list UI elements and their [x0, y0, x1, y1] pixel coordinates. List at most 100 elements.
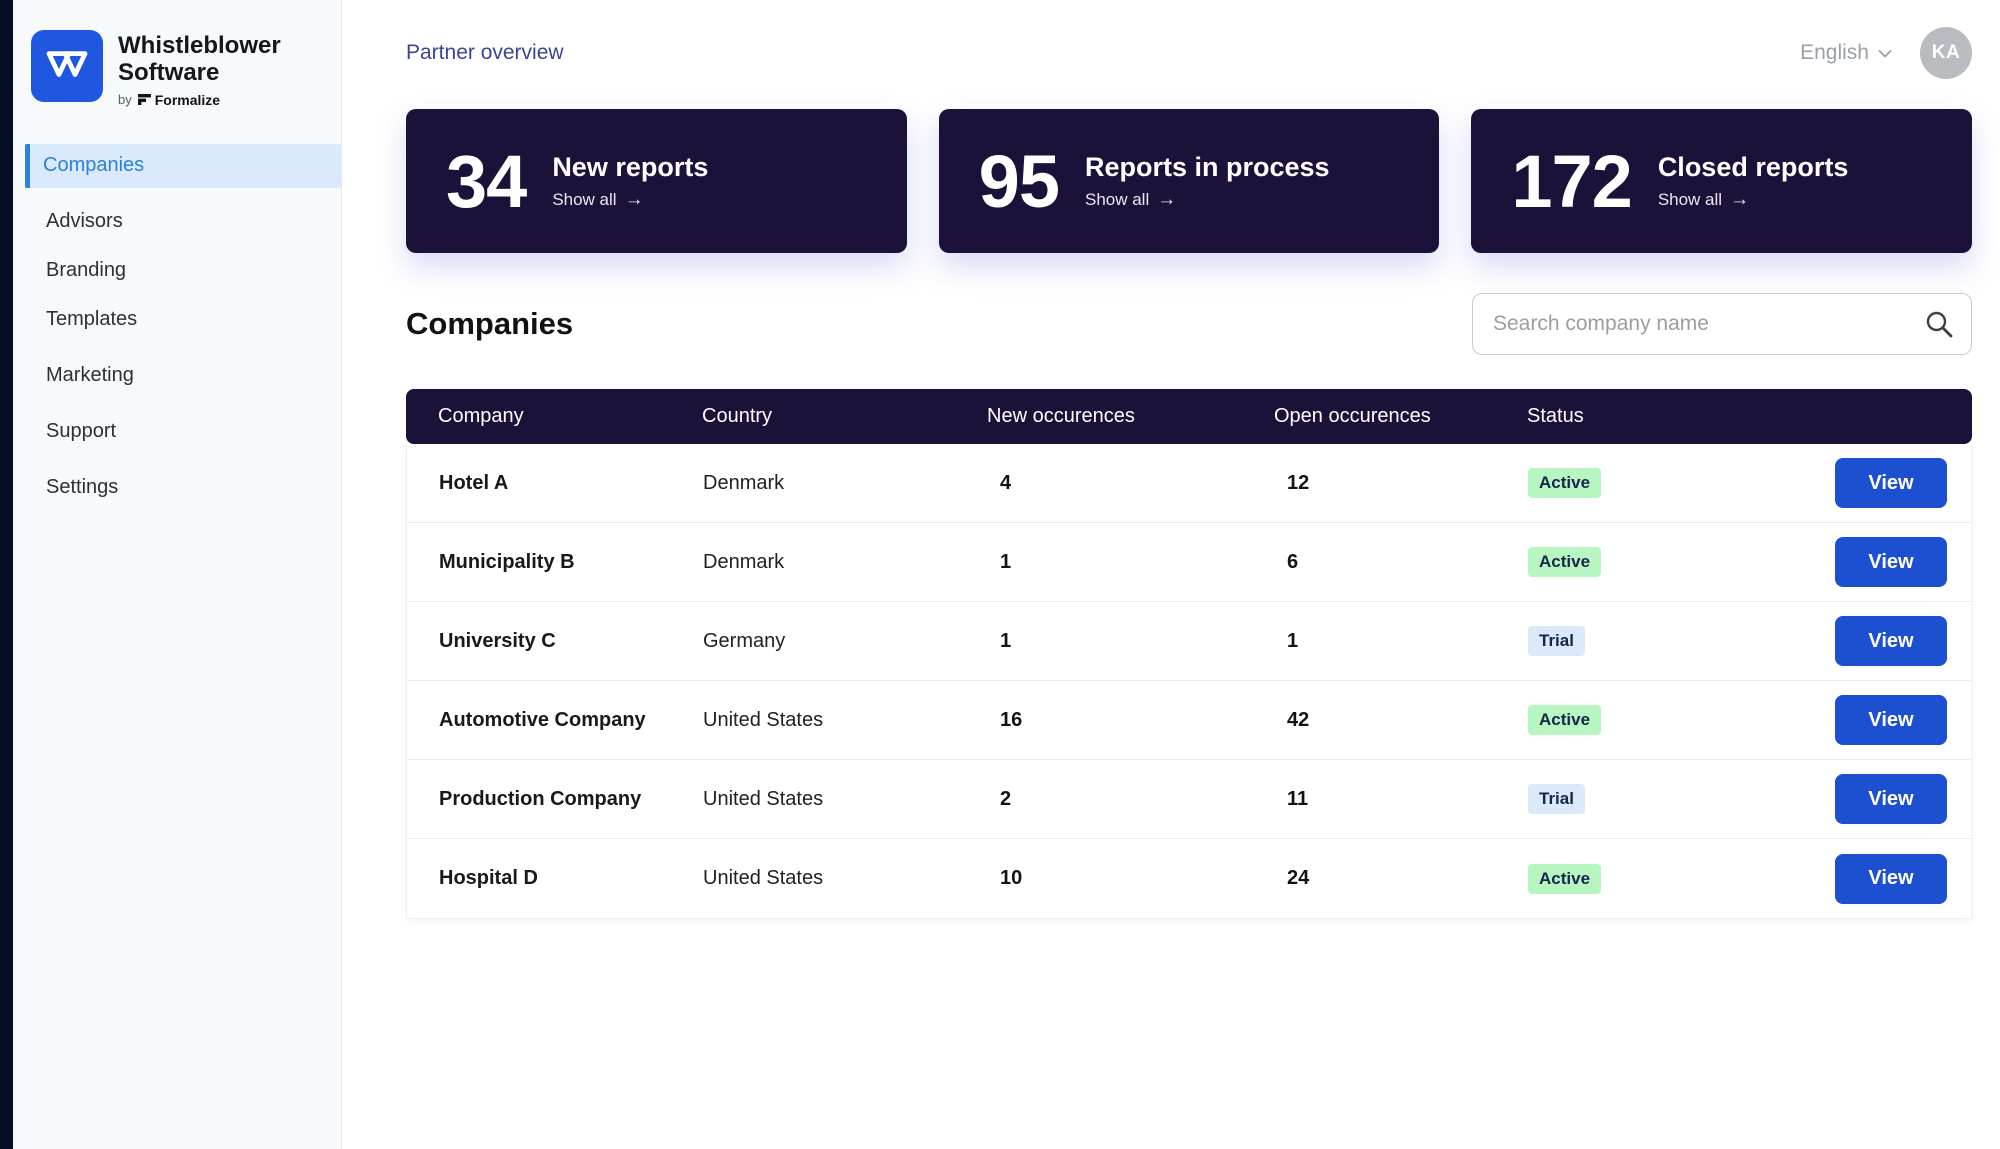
cell-country: United States	[703, 787, 824, 810]
show-all-link[interactable]: Show all →	[1085, 189, 1330, 211]
table-row: Hotel A Denmark 4 12 Active View	[407, 444, 1971, 523]
cell-open-occurences: 6	[1287, 550, 1299, 573]
sidebar-item-label: Settings	[46, 475, 119, 498]
view-button[interactable]: View	[1835, 853, 1947, 904]
cell-company: Hospital D	[439, 867, 538, 889]
col-header-status: Status	[1527, 405, 1584, 427]
search-input[interactable]	[1472, 293, 1972, 355]
sidebar-item-companies[interactable]: Companies	[25, 143, 341, 188]
left-edge-strip	[0, 0, 13, 1149]
sidebar-item-label: Marketing	[46, 363, 134, 386]
cell-country: Denmark	[703, 471, 785, 494]
status-badge: Active	[1528, 468, 1602, 498]
cell-country: Denmark	[703, 550, 785, 573]
view-button[interactable]: View	[1835, 616, 1947, 666]
cell-open-occurences: 1	[1287, 629, 1299, 652]
stat-card-closed-reports: 172 Closed reports Show all →	[1471, 109, 1973, 253]
col-header-new-occurences: New occurences	[987, 405, 1135, 427]
cell-company: Municipality B	[439, 550, 575, 573]
arrow-right-icon: →	[1730, 188, 1750, 210]
show-all-link[interactable]: Show all →	[1658, 189, 1849, 211]
stat-cards: 34 New reports Show all → 95 Reports in p…	[406, 109, 1973, 253]
main-content: Partner overview English KA 34 New repor…	[342, 0, 2000, 1149]
cell-country: Germany	[703, 629, 786, 652]
stat-card-new-reports: 34 New reports Show all →	[406, 109, 907, 253]
table-row: Municipality B Denmark 1 6 Active View	[407, 523, 1971, 602]
status-badge: Active	[1528, 705, 1602, 735]
sidebar-item-label: Templates	[46, 307, 138, 330]
cell-company: University C	[439, 629, 556, 652]
cell-open-occurences: 24	[1287, 867, 1310, 889]
show-all-label: Show all	[1084, 189, 1150, 209]
status-badge: Trial	[1528, 784, 1585, 814]
view-button[interactable]: View	[1835, 695, 1947, 745]
stat-value: 95	[978, 139, 1060, 223]
avatar[interactable]: KA	[1920, 27, 1972, 79]
table-row: University C Germany 1 1 Trial View	[407, 602, 1971, 681]
arrow-right-icon: →	[1157, 188, 1177, 210]
stat-value: 34	[446, 139, 527, 223]
status-badge: Active	[1528, 863, 1602, 894]
cell-company: Production Company	[439, 787, 642, 810]
cell-open-occurences: 12	[1287, 471, 1310, 494]
cell-new-occurences: 2	[1000, 787, 1012, 810]
cell-open-occurences: 42	[1287, 708, 1310, 731]
sidebar-item-label: Advisors	[46, 209, 123, 232]
language-label: English	[1800, 41, 1869, 64]
table-row: Automotive Company United States 16 42 A…	[407, 681, 1971, 760]
sidebar-item-settings[interactable]: Settings	[13, 463, 341, 512]
sidebar-item-label: Support	[46, 419, 117, 442]
view-button[interactable]: View	[1835, 774, 1947, 824]
stat-label: Closed reports	[1657, 151, 1849, 182]
arrow-right-icon: →	[624, 188, 644, 210]
brand-by-label: by	[118, 92, 132, 108]
table-header-row: Company Country New occurences Open occu…	[406, 389, 1972, 444]
cell-company: Automotive Company	[439, 708, 646, 731]
sidebar-item-support[interactable]: Support	[13, 407, 341, 456]
col-header-open-occurences: Open occurences	[1274, 405, 1431, 427]
cell-new-occurences: 1	[1000, 550, 1012, 573]
col-header-company: Company	[438, 405, 524, 427]
cell-new-occurences: 16	[1000, 708, 1023, 731]
sidebar-item-branding[interactable]: Branding	[13, 246, 341, 295]
sidebar-item-templates[interactable]: Templates	[13, 295, 341, 344]
brand-name-line2: Software	[118, 58, 220, 86]
breadcrumb[interactable]: Partner overview	[406, 41, 564, 65]
table-row: Hospital D United States 10 24 Active Vi…	[407, 839, 1971, 918]
cell-new-occurences: 1	[1000, 629, 1012, 652]
stat-card-reports-in-process: 95 Reports in process Show all →	[938, 109, 1440, 253]
sidebar-item-advisors[interactable]: Advisors	[13, 197, 341, 246]
topbar: Partner overview English KA	[406, 0, 1972, 79]
language-selector[interactable]: English	[1800, 41, 1892, 65]
view-button[interactable]: View	[1835, 537, 1947, 587]
sidebar: Whistleblower Software by Formalize Comp…	[13, 0, 342, 1149]
view-button[interactable]: View	[1835, 458, 1947, 508]
stat-value: 172	[1511, 139, 1632, 223]
brand-text: Whistleblower Software by Formalize	[118, 30, 281, 108]
table-body: Hotel A Denmark 4 12 Active View Municip…	[406, 444, 1972, 919]
brand-name-line1: Whistleblower	[118, 32, 281, 59]
brand-logo: Whistleblower Software by Formalize	[13, 0, 341, 108]
show-all-label: Show all	[552, 189, 617, 209]
show-all-link[interactable]: Show all →	[552, 189, 708, 211]
status-badge: Trial	[1528, 626, 1585, 656]
search-icon	[1924, 309, 1954, 344]
cell-country: United States	[703, 867, 824, 889]
whistleblower-logo-icon	[31, 30, 103, 102]
formalize-icon	[137, 94, 151, 106]
show-all-label: Show all	[1657, 189, 1723, 209]
sidebar-item-marketing[interactable]: Marketing	[13, 351, 341, 400]
chevron-down-icon	[1878, 49, 1892, 58]
companies-section-header: Companies	[406, 293, 1972, 355]
cell-company: Hotel A	[439, 471, 509, 494]
cell-new-occurences: 10	[1000, 867, 1023, 889]
formalize-label: Formalize	[154, 91, 221, 108]
table-row: Production Company United States 2 11 Tr…	[407, 760, 1971, 839]
cell-country: United States	[703, 708, 824, 731]
status-badge: Active	[1528, 547, 1602, 577]
sidebar-nav: Companies Advisors Branding Templates Ma…	[13, 143, 341, 512]
sidebar-item-label: Branding	[46, 258, 127, 281]
page-title: Companies	[406, 306, 574, 341]
companies-table: Company Country New occurences Open occu…	[406, 389, 1972, 919]
stat-label: New reports	[552, 151, 709, 182]
